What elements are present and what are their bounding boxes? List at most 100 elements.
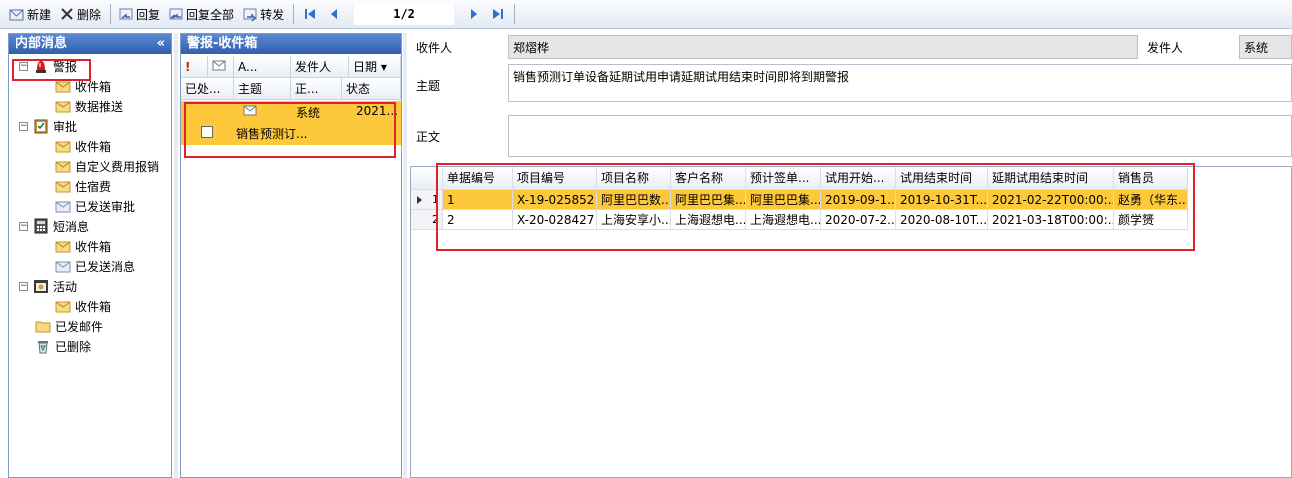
column-header-body[interactable]: 正...	[291, 78, 342, 100]
tree-node-hotel[interactable]: 住宿费	[55, 177, 111, 195]
tree-node-activity[interactable]: − 活动	[19, 277, 77, 295]
sender-label: 发件人	[1147, 41, 1184, 55]
forward-icon	[242, 6, 258, 22]
splitter-handle[interactable]	[174, 33, 178, 478]
inbox-folder-icon	[55, 78, 71, 94]
previous-page-icon[interactable]	[326, 6, 342, 22]
tree-node-alarm[interactable]: − 警报	[19, 57, 77, 75]
grid-cell[interactable]: 2020-07-2...	[821, 210, 896, 230]
column-header-date[interactable]: 日期 ▾	[349, 56, 401, 78]
collapse-icon[interactable]: «	[157, 34, 165, 54]
grid-cell[interactable]: 1	[443, 190, 513, 210]
grid-cell[interactable]: 阿里巴巴集...	[671, 190, 746, 210]
tree-node-data-push[interactable]: 数据推送	[55, 97, 123, 115]
grid-cell[interactable]: 上海遐想电...	[671, 210, 746, 230]
column-header-subject[interactable]: 主题	[234, 78, 291, 100]
toolbar-separator	[514, 4, 516, 24]
delete-x-icon	[59, 6, 75, 22]
column-header-flag[interactable]: !	[181, 56, 208, 78]
recipient-field[interactable]: 郑熠桦	[508, 35, 1138, 59]
body-field[interactable]	[508, 115, 1292, 157]
message-sender: 系统	[296, 106, 321, 120]
sender-field[interactable]: 系统	[1239, 35, 1292, 59]
tree-node-label: 已发送审批	[75, 199, 136, 214]
tree-node-approve-sent[interactable]: 已发送审批	[55, 197, 135, 215]
grid-cell[interactable]: 上海遐想电...	[746, 210, 821, 230]
tree-node-sms-sent[interactable]: 已发送消息	[55, 257, 135, 275]
tree-node-sent-mail[interactable]: 已发邮件	[35, 317, 103, 335]
row-number[interactable]: 2	[411, 210, 443, 230]
collapse-toggle-icon[interactable]: −	[19, 221, 28, 231]
sent-mail-icon	[55, 198, 71, 214]
grid-cell[interactable]: X-20-028427	[513, 210, 597, 230]
grid-cell[interactable]: 2019-09-1...	[821, 190, 896, 210]
recipient-label: 收件人	[416, 41, 453, 55]
inbox-folder-icon	[55, 138, 71, 154]
phone-keypad-icon	[33, 218, 49, 234]
message-row[interactable]: 系统 2021... 销售预测订...	[181, 101, 401, 145]
tree-node-alarm-inbox[interactable]: 收件箱	[55, 77, 111, 95]
reply-all-button[interactable]: 回复全部	[165, 3, 237, 25]
column-header-status[interactable]: 状态	[342, 78, 401, 100]
grid-column-header[interactable]: 项目名称	[597, 167, 671, 190]
subject-field[interactable]: 销售预测订单设备延期试用申请延期试用结束时间即将到期警报	[508, 64, 1292, 102]
grid-cell[interactable]: 上海安享小...	[597, 210, 671, 230]
column-header-sender[interactable]: 发件人	[291, 56, 349, 78]
tree-node-label: 自定义费用报销	[75, 159, 160, 174]
grid-column-header[interactable]: 单据编号	[443, 167, 513, 190]
tree-node-activity-inbox[interactable]: 收件箱	[55, 297, 111, 315]
grid-column-header[interactable]: 试用结束时间	[896, 167, 988, 190]
grid-cell[interactable]: 2021-02-22T00:00:...	[988, 190, 1114, 210]
grid-cell[interactable]: 2019-10-31T...	[896, 190, 988, 210]
reply-button[interactable]: 回复	[115, 3, 163, 25]
grid-column-header[interactable]: 销售员	[1114, 167, 1188, 190]
collapse-toggle-icon[interactable]: −	[19, 61, 28, 71]
tree-node-label: 已发邮件	[55, 319, 104, 334]
delete-button[interactable]: 删除	[56, 3, 104, 25]
grid-column-header[interactable]: 延期试用结束时间	[988, 167, 1114, 190]
grid-column-header[interactable]: 客户名称	[671, 167, 746, 190]
row-number[interactable]: 1	[411, 190, 443, 210]
sent-mail-icon	[55, 258, 71, 274]
panel-title: 内部消息	[15, 36, 68, 51]
tree-node-approve-inbox[interactable]: 收件箱	[55, 137, 111, 155]
next-page-icon[interactable]	[466, 6, 482, 22]
tree-node-label: 收件箱	[75, 139, 112, 154]
grid-column-header[interactable]: 预计签单...	[746, 167, 821, 190]
first-page-icon[interactable]	[302, 6, 318, 22]
column-header-attachment[interactable]: A...	[234, 56, 291, 78]
grid-column-header[interactable]: 试用开始...	[821, 167, 896, 190]
toolbar: 新建 删除 回复 回复全部 转发 1/2	[0, 0, 1292, 29]
processed-checkbox[interactable]	[201, 126, 213, 138]
tree-node-deleted[interactable]: 已删除	[35, 337, 91, 355]
forward-button[interactable]: 转发	[239, 3, 287, 25]
reply-all-icon	[168, 6, 184, 22]
column-header-icon[interactable]	[208, 56, 234, 78]
folder-tree: − 警报 收件箱 数据推送 − 审批 收件箱 自定义费用报销 住宿费 已发送审批…	[9, 54, 171, 474]
last-page-icon[interactable]	[490, 6, 506, 22]
grid-cell[interactable]: X-19-025852	[513, 190, 597, 210]
collapse-toggle-icon[interactable]: −	[19, 281, 28, 291]
splitter-handle[interactable]	[403, 33, 407, 478]
envelope-icon	[243, 104, 257, 119]
grid-column-header[interactable]: 项目编号	[513, 167, 597, 190]
grid-cell[interactable]: 2	[443, 210, 513, 230]
grid-cell[interactable]: 2020-08-10T...	[896, 210, 988, 230]
new-button[interactable]: 新建	[6, 3, 54, 25]
clipboard-check-icon	[33, 118, 49, 134]
tree-node-sms-inbox[interactable]: 收件箱	[55, 237, 111, 255]
grid-cell[interactable]: 2021-03-18T00:00:...	[988, 210, 1114, 230]
grid-cell[interactable]: 颜学赟	[1114, 210, 1188, 230]
column-header-processed[interactable]: 已处...	[181, 78, 234, 100]
page-indicator[interactable]: 1/2	[354, 3, 455, 25]
tree-node-approve[interactable]: − 审批	[19, 117, 77, 135]
grid-cell[interactable]: 赵勇（华东...	[1114, 190, 1188, 210]
grid-cell[interactable]: 阿里巴巴数...	[597, 190, 671, 210]
envelope-icon	[212, 60, 226, 74]
tree-node-custom-expense[interactable]: 自定义费用报销	[55, 157, 159, 175]
tree-node-sms[interactable]: − 短消息	[19, 217, 89, 235]
collapse-toggle-icon[interactable]: −	[19, 121, 28, 131]
tree-node-label: 住宿费	[75, 179, 112, 194]
reply-button-label: 回复	[136, 7, 161, 22]
grid-cell[interactable]: 阿里巴巴集...	[746, 190, 821, 210]
